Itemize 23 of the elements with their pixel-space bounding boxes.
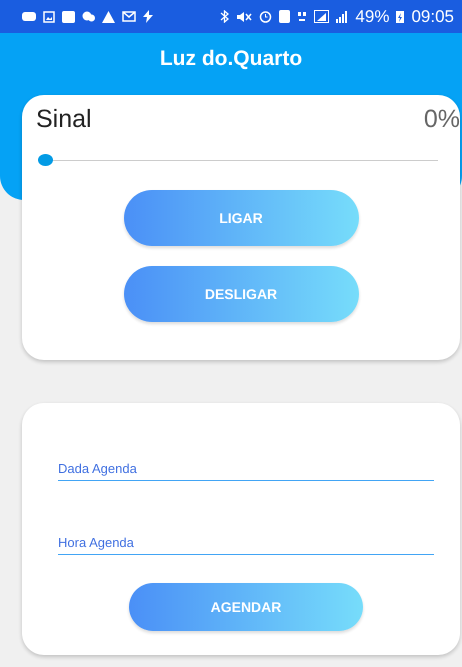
alarm-icon <box>259 10 272 23</box>
mail-icon <box>122 11 136 22</box>
bluetooth-icon <box>220 10 230 23</box>
signal-reading: 0% <box>424 105 460 134</box>
slider-thumb[interactable] <box>38 154 53 166</box>
cloud-icon <box>82 11 95 22</box>
schedule-button[interactable]: AGENDAR <box>129 583 363 631</box>
action-button[interactable]: DESLIGAR <box>124 266 358 322</box>
action-button[interactable]: LIGAR <box>124 190 358 246</box>
signal-bars-icon <box>336 10 348 22</box>
input-field[interactable]: Hora Agenda <box>58 531 434 555</box>
lightning-icon <box>143 10 153 23</box>
signal-icon <box>314 10 330 23</box>
mute-icon <box>236 10 252 22</box>
signal-label: Sinal <box>36 105 92 134</box>
app-title: Luz do.Quarto <box>160 47 302 71</box>
warning-icon <box>102 10 115 22</box>
message-icon <box>22 11 36 22</box>
battery-percent: 49% <box>355 6 390 26</box>
clock: 09:05 <box>411 6 454 26</box>
image-icon <box>43 10 55 22</box>
battery-icon <box>396 10 404 23</box>
input-field[interactable]: Dada Agenda <box>58 457 434 481</box>
